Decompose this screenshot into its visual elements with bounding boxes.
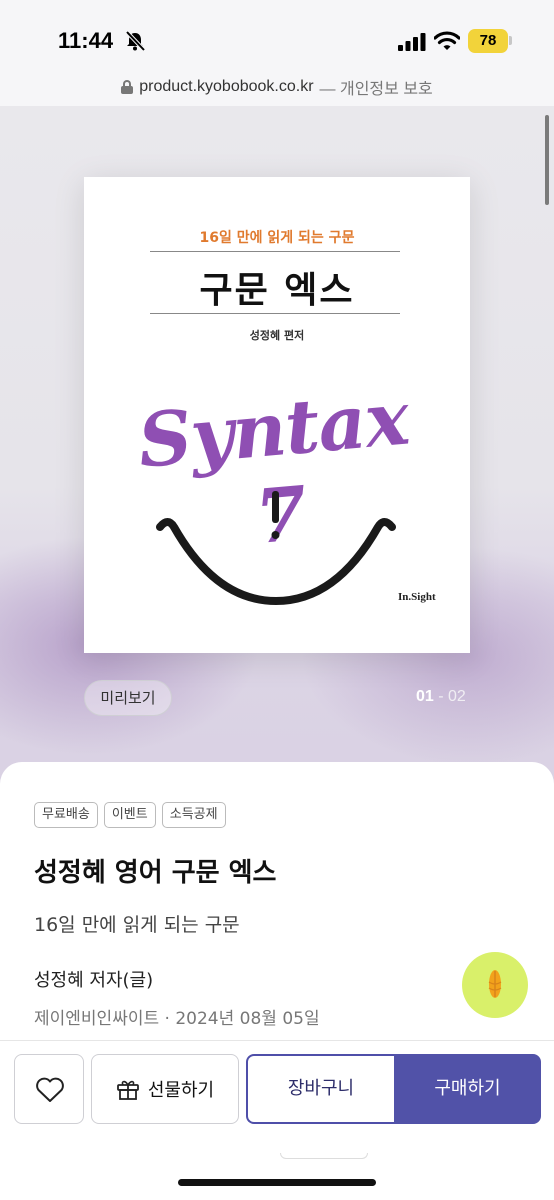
heart-icon — [36, 1077, 64, 1102]
tag-free-shipping: 무료배송 — [34, 802, 98, 828]
floating-action-button[interactable] — [462, 952, 528, 1018]
add-to-cart-button[interactable]: 장바구니 — [246, 1054, 394, 1124]
gift-button[interactable]: 선물하기 — [91, 1054, 239, 1124]
scrollbar[interactable] — [545, 115, 549, 205]
preview-button[interactable]: 미리보기 — [84, 680, 172, 716]
signal-icon — [398, 33, 426, 51]
battery-tip — [509, 36, 512, 45]
gift-label: 선물하기 — [147, 1080, 215, 1101]
wishlist-button[interactable] — [14, 1054, 84, 1124]
hidden-content-edge — [280, 1153, 368, 1159]
cover-gallery[interactable]: 16일 만에 읽게 되는 구문 구문 엑스 성정혜 편저 Syntax 7 In… — [0, 106, 554, 796]
corn-icon — [488, 970, 502, 998]
cover-divider — [150, 313, 400, 314]
cover-publisher: In.Sight — [398, 591, 436, 603]
smile-icon — [156, 491, 396, 606]
tag-event: 이벤트 — [103, 802, 156, 828]
book-cover-image[interactable]: 16일 만에 읽게 되는 구문 구문 엑스 성정혜 편저 Syntax 7 In… — [84, 177, 470, 653]
product-author[interactable]: 성정혜 저자(글) — [34, 966, 153, 992]
page-total: - 02 — [433, 688, 466, 705]
home-indicator[interactable] — [178, 1179, 376, 1186]
lock-icon — [121, 80, 134, 94]
url-bar[interactable]: product.kyobobook.co.kr — 개인정보 보호 — [0, 72, 554, 106]
product-subtitle: 16일 만에 읽게 되는 구문 — [34, 914, 240, 936]
tag-tax-deduction: 소득공제 — [161, 802, 226, 828]
gift-icon — [116, 1080, 139, 1100]
page-current: 01 — [416, 688, 434, 705]
status-bar: 11:44 78 — [0, 0, 554, 72]
tag-list: 무료배송 이벤트 소득공제 — [34, 802, 226, 828]
purchase-action-bar: 선물하기 장바구니 구매하기 — [0, 1040, 554, 1200]
cover-title: 구문 엑스 — [199, 270, 355, 311]
product-publisher-date: 제이엔비인싸이트 · 2024년 08월 05일 — [34, 1009, 320, 1029]
battery-icon: 78 — [468, 29, 508, 53]
cover-subtitle: 16일 만에 읽게 되는 구문 — [199, 230, 355, 246]
url-privacy-note: — 개인정보 보호 — [319, 81, 433, 98]
url-domain: product.kyobobook.co.kr — [139, 78, 314, 95]
page-indicator: 01 - 02 — [416, 688, 466, 706]
bell-slash-icon — [125, 30, 146, 52]
buy-now-button[interactable]: 구매하기 — [394, 1054, 541, 1124]
wifi-icon — [434, 31, 460, 50]
cover-author: 성정혜 편저 — [249, 329, 305, 342]
cover-divider — [150, 251, 400, 252]
product-title: 성정혜 영어 구문 엑스 — [34, 858, 277, 888]
status-time: 11:44 — [58, 28, 114, 53]
